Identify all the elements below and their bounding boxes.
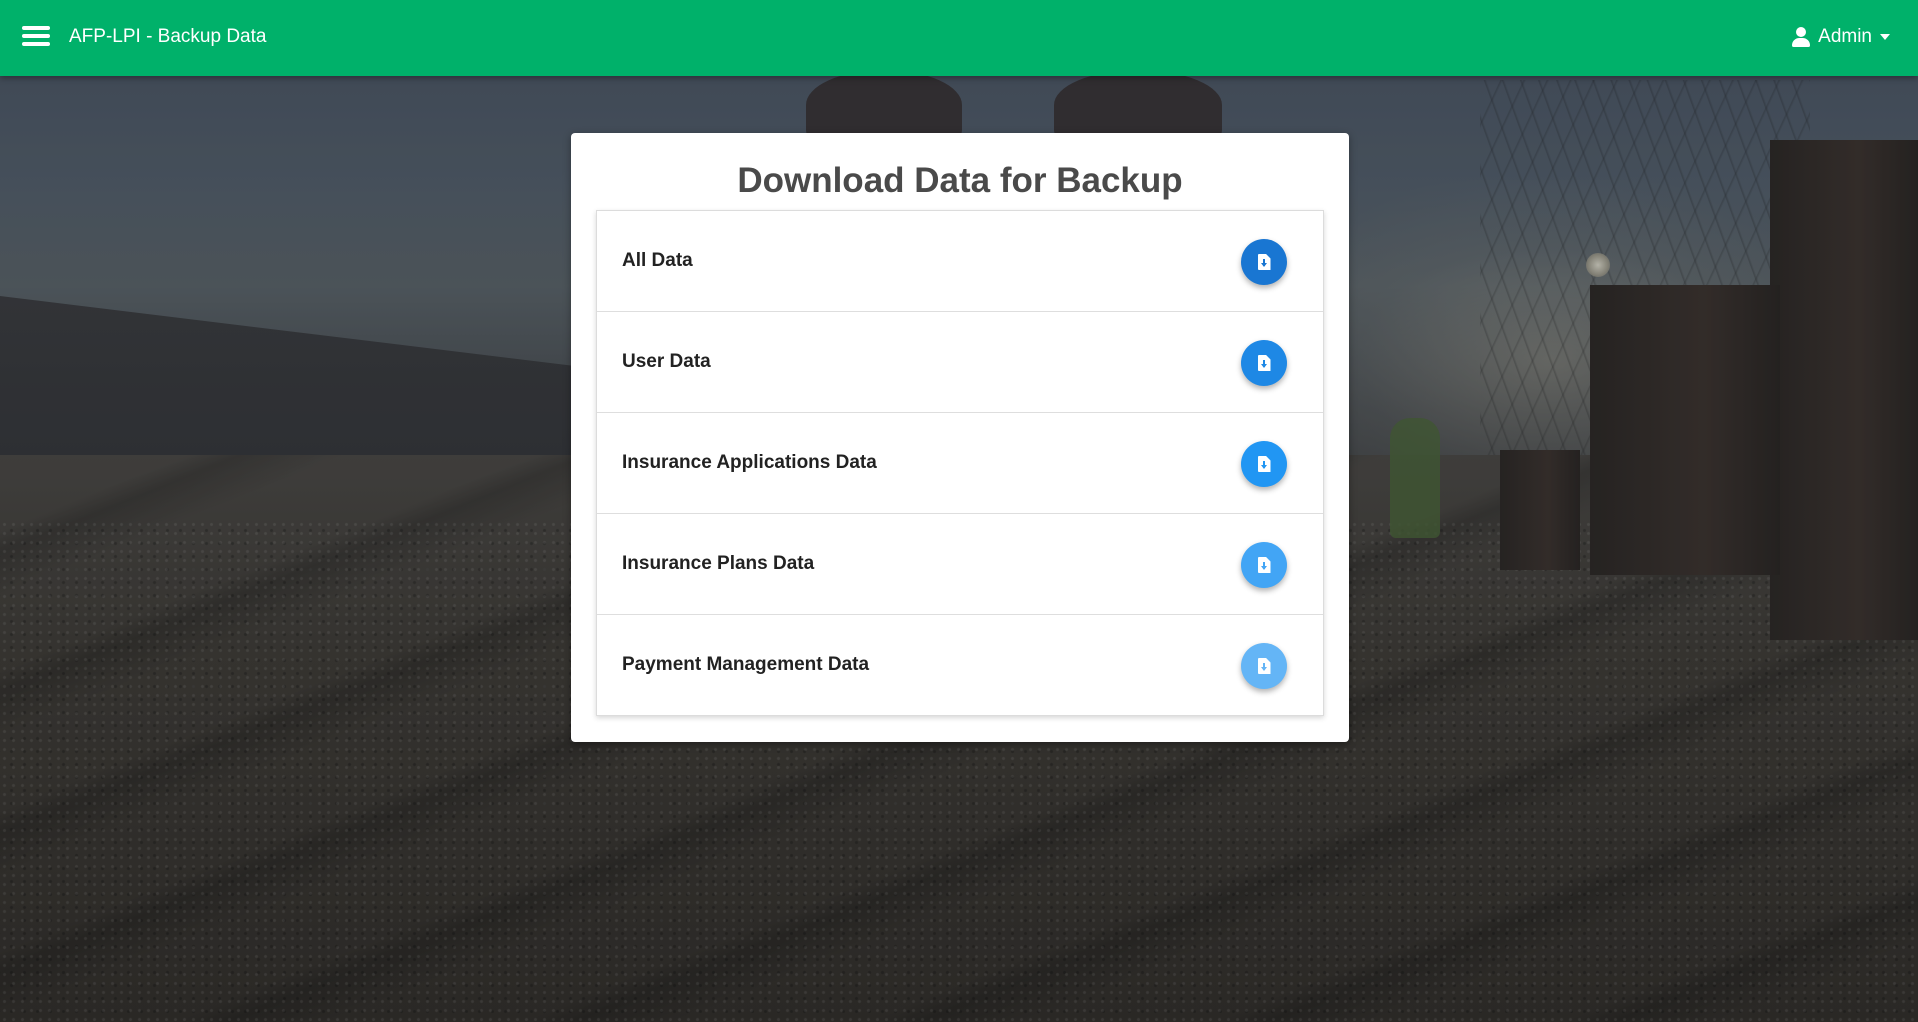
list-item-insurance-applications-data: Insurance Applications Data	[597, 413, 1323, 514]
backup-card: Download Data for Backup All Data User D…	[571, 133, 1349, 742]
item-label: Insurance Plans Data	[622, 553, 815, 574]
caret-down-icon	[1880, 34, 1890, 40]
file-download-icon	[1257, 456, 1271, 472]
file-download-icon	[1257, 254, 1271, 270]
download-payment-management-data-button[interactable]	[1241, 643, 1287, 689]
file-download-icon	[1257, 658, 1271, 674]
download-all-data-button[interactable]	[1241, 239, 1287, 285]
user-icon	[1792, 27, 1811, 47]
list-item-payment-management-data: Payment Management Data	[597, 615, 1323, 715]
file-download-icon	[1257, 355, 1271, 371]
item-label: Payment Management Data	[622, 654, 870, 675]
hamburger-menu-icon[interactable]	[22, 24, 50, 48]
app-title: AFP-LPI - Backup Data	[69, 26, 267, 47]
file-download-icon	[1257, 557, 1271, 573]
item-label: Insurance Applications Data	[622, 452, 877, 473]
download-insurance-applications-data-button[interactable]	[1241, 441, 1287, 487]
page-title: Download Data for Backup	[737, 161, 1183, 200]
backup-list: All Data User Data Insurance Application…	[596, 210, 1324, 716]
list-item-all-data: All Data	[597, 211, 1323, 312]
item-label: User Data	[622, 351, 711, 372]
top-navbar: AFP-LPI - Backup Data Admin	[0, 0, 1918, 76]
download-insurance-plans-data-button[interactable]	[1241, 542, 1287, 588]
item-label: All Data	[622, 250, 693, 271]
user-name: Admin	[1818, 26, 1872, 47]
download-user-data-button[interactable]	[1241, 340, 1287, 386]
list-item-user-data: User Data	[597, 312, 1323, 413]
list-item-insurance-plans-data: Insurance Plans Data	[597, 514, 1323, 615]
user-menu-dropdown[interactable]: Admin	[1792, 22, 1890, 52]
